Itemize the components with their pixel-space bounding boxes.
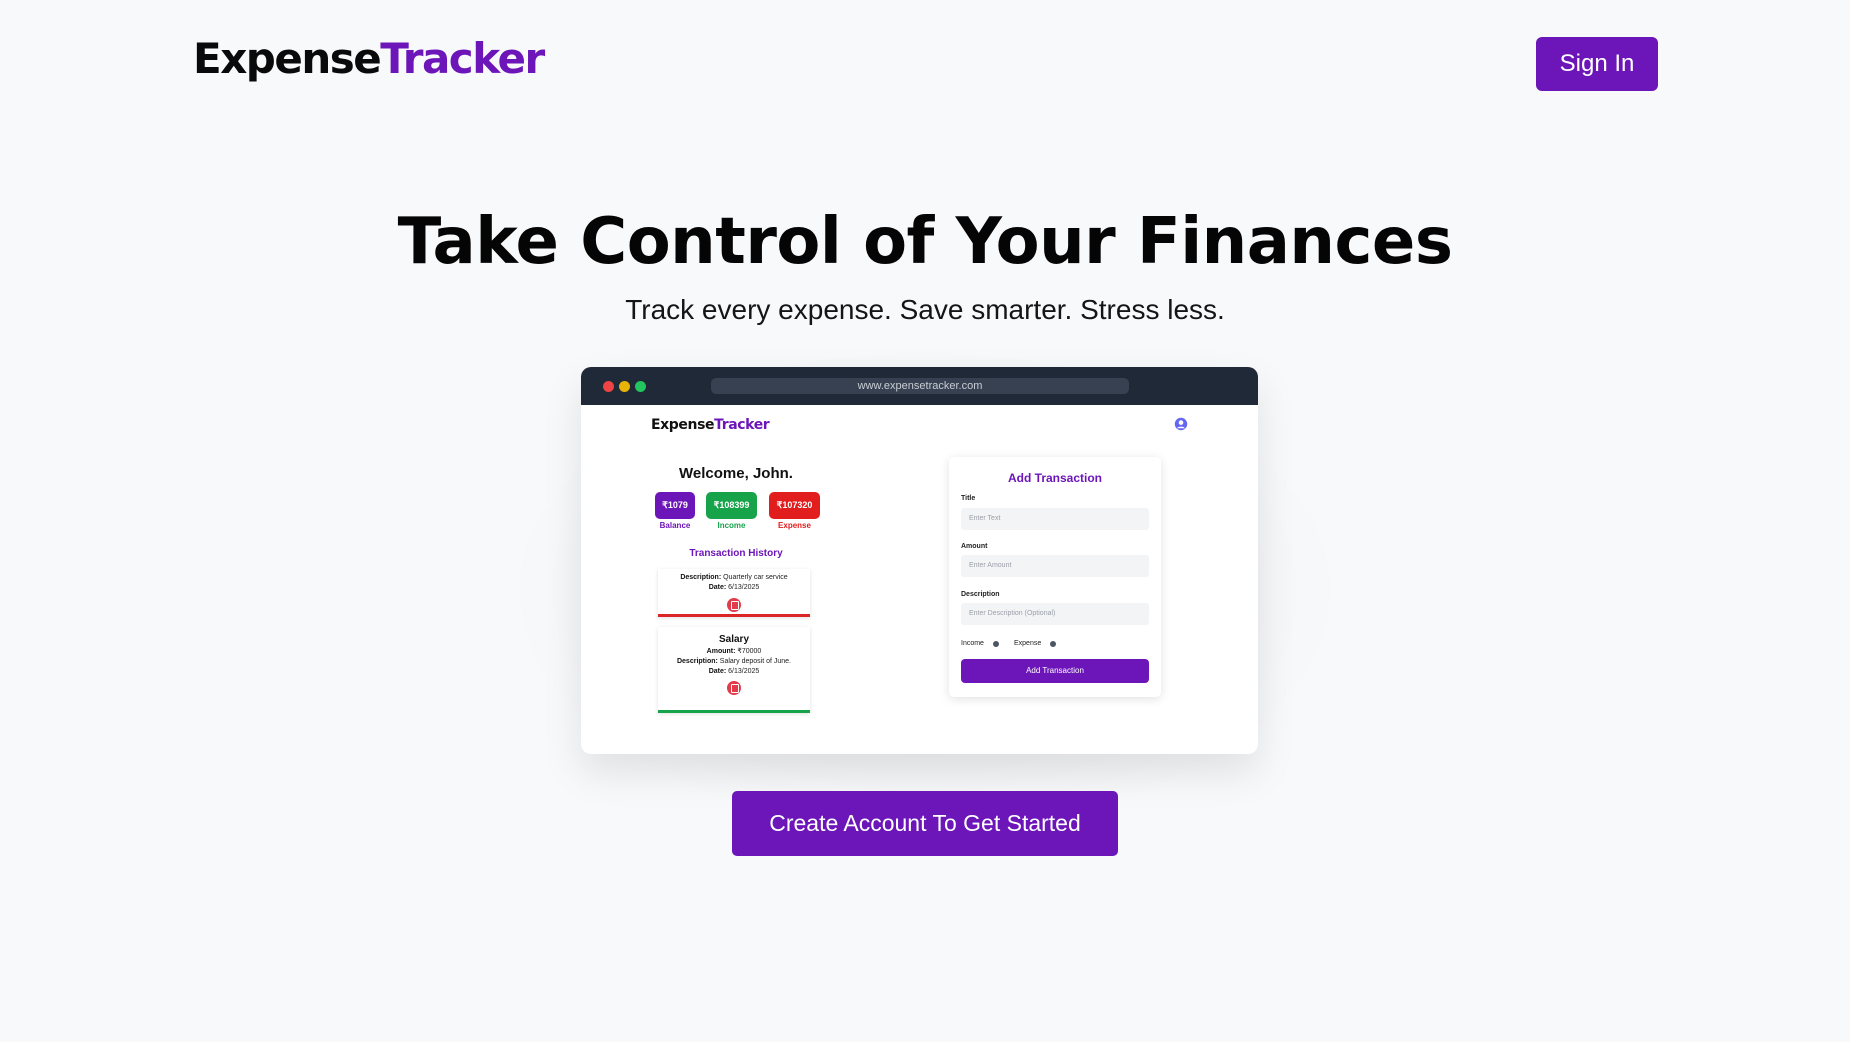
title-label: Title — [961, 495, 976, 502]
amount-value: ₹70000 — [737, 648, 762, 655]
hero-subtitle: Track every expense. Save smarter. Stres… — [625, 294, 1225, 325]
transaction-amount: Amount: ₹70000 — [658, 647, 810, 657]
transaction-title: Salary — [718, 634, 750, 645]
transaction-description: Description: Salary deposit of June. — [658, 657, 810, 667]
transaction-history-title: Transaction History — [689, 548, 783, 559]
transaction-description: Description: Quarterly car service — [658, 573, 810, 583]
browser-bar: www.expensetracker.com — [581, 367, 1258, 405]
app-preview-window: www.expensetracker.com ExpenseTracker We… — [581, 367, 1258, 754]
amount-input[interactable]: Enter Amount — [961, 555, 1149, 577]
address-bar: www.expensetracker.com — [711, 378, 1129, 394]
date-label: Date: — [708, 668, 727, 675]
date-value: 6/13/2025 — [728, 584, 760, 591]
minimize-dot-icon — [619, 381, 630, 392]
description-input[interactable]: Enter Description (Optional) — [961, 603, 1149, 625]
amount-label: Amount — [961, 543, 988, 550]
description-label: Description: — [680, 574, 722, 581]
close-dot-icon — [603, 381, 614, 392]
welcome-heading: Welcome, John. — [679, 465, 793, 482]
add-transaction-form: Add Transaction Title Enter Text Amount … — [949, 457, 1161, 697]
preview-logo-expense: Expense — [651, 417, 715, 433]
date-value: 6/13/2025 — [728, 668, 760, 675]
hero-title: Take Control of Your Finances — [397, 205, 1453, 279]
income-badge: ₹108399 — [706, 492, 757, 519]
user-circle-icon — [1174, 417, 1188, 431]
balance-label: Balance — [659, 521, 691, 530]
balance-badge: ₹1079 — [655, 492, 695, 519]
income-radio[interactable] — [993, 641, 999, 647]
expense-indicator-bar — [658, 614, 810, 617]
description-value: Salary deposit of June. — [719, 658, 791, 665]
delete-icon[interactable] — [727, 598, 741, 612]
transaction-date: Date: 6/13/2025 — [658, 667, 810, 677]
maximize-dot-icon — [635, 381, 646, 392]
expense-label: Expense — [778, 521, 811, 530]
logo-text-expense: Expense — [193, 34, 382, 83]
preview-logo-tracker: Tracker — [714, 417, 770, 433]
income-radio-label: Income — [961, 640, 984, 647]
sign-in-button[interactable]: Sign In — [1536, 37, 1658, 91]
create-account-button[interactable]: Create Account To Get Started — [732, 791, 1118, 856]
transaction-date: Date: 6/13/2025 — [658, 583, 810, 593]
title-input[interactable]: Enter Text — [961, 508, 1149, 530]
form-title: Add Transaction — [1007, 471, 1102, 485]
logo-text-tracker: Tracker — [380, 34, 545, 83]
delete-icon[interactable] — [727, 681, 741, 695]
description-value: Quarterly car service — [723, 574, 788, 581]
income-indicator-bar — [658, 710, 810, 713]
transaction-card: Salary Amount: ₹70000 Description: Salar… — [658, 627, 810, 713]
description-label: Description: — [676, 658, 718, 665]
date-label: Date: — [708, 584, 727, 591]
income-label: Income — [717, 521, 746, 530]
add-transaction-button[interactable]: Add Transaction — [961, 659, 1149, 683]
amount-label: Amount: — [706, 648, 736, 655]
expense-radio[interactable] — [1050, 641, 1056, 647]
transaction-card: Description: Quarterly car service Date:… — [658, 569, 810, 617]
logo[interactable]: ExpenseTracker — [193, 34, 545, 84]
description-label: Description — [961, 591, 1000, 598]
expense-radio-label: Expense — [1014, 640, 1042, 647]
expense-badge: ₹107320 — [769, 492, 820, 519]
preview-logo: ExpenseTracker — [651, 417, 770, 433]
